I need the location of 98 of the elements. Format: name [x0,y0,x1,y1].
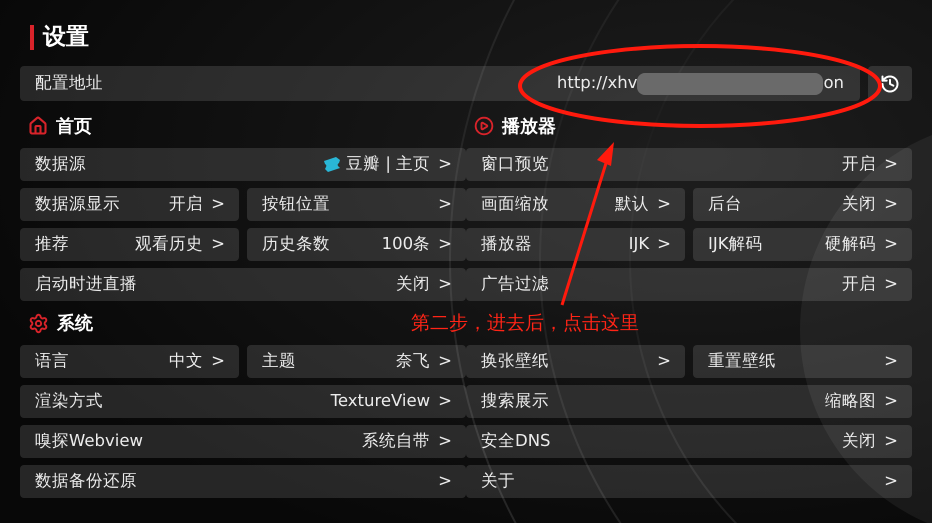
chevron: > [657,233,671,256]
setting-value: 豆瓣 | 主页 [346,153,430,176]
setting-item[interactable]: 后台 关闭 > [693,188,912,221]
setting-label: 语言 [35,350,69,372]
home-icon [28,116,48,136]
setting-item[interactable]: 窗口预览 开启 > [466,148,912,181]
setting-item[interactable]: 嗅探Webview 系统自带 > [20,425,466,458]
setting-value: 关闭 [396,273,430,296]
chevron: > [438,430,452,452]
setting-label: 渲染方式 [35,390,103,412]
chevron: > [438,153,452,176]
setting-value: 中文 [169,350,204,372]
chevron: > [211,233,225,256]
setting-item[interactable]: IJK解码 硬解码 > [693,228,912,261]
chevron: > [884,390,898,412]
setting-value: 开启 [842,273,876,296]
setting-item[interactable]: 数据源 豆瓣 | 主页 > [20,148,466,181]
setting-item[interactable]: 数据源显示 开启 > [20,188,239,221]
chevron: > [438,350,452,372]
chevron: > [438,273,452,296]
url-text: on [823,72,844,94]
setting-label: 数据源 [35,153,86,176]
setting-label: 搜索展示 [481,390,549,412]
section-title: 播放器 [502,114,556,138]
chevron: > [884,430,898,452]
chevron: > [884,233,898,256]
history-button[interactable] [868,66,912,101]
setting-value: 关闭 [842,193,876,216]
setting-label: 播放器 [481,233,532,256]
setting-item[interactable]: 推荐 观看历史 > [20,228,239,261]
setting-label: 嗅探Webview [35,430,143,452]
setting-item[interactable]: 历史条数 100条 > [247,228,466,261]
chevron: > [657,350,671,372]
history-icon [880,74,900,94]
chevron: > [438,470,452,492]
setting-item[interactable]: 重置壁纸 > [693,345,912,378]
setting-label: 启动时进直播 [35,273,137,296]
setting-label: 广告过滤 [481,273,549,296]
setting-value: 缩略图 [825,390,876,412]
setting-item[interactable]: 按钮位置 > [247,188,466,221]
chevron: > [438,233,452,256]
setting-label: 历史条数 [262,233,330,256]
setting-value: TextureView [330,390,430,412]
setting-label: IJK解码 [708,233,763,256]
chevron: > [438,193,452,216]
config-label: 配置地址 [35,72,103,94]
setting-label: 推荐 [35,233,69,256]
setting-item[interactable]: 语言 中文 > [20,345,239,378]
config-url-field[interactable]: 配置地址 http://xhv on [20,66,860,101]
setting-label: 主题 [262,350,296,372]
chevron: > [884,350,898,372]
setting-value: 默认 [615,193,650,216]
chevron: > [211,350,225,372]
setting-item[interactable]: 安全DNS 关闭 > [466,425,912,458]
setting-item[interactable]: 渲染方式 TextureView > [20,385,466,418]
setting-label: 数据备份还原 [35,470,137,492]
chevron: > [884,153,898,176]
setting-item[interactable]: 主题 奈飞 > [247,345,466,378]
setting-item[interactable]: 画面缩放 默认 > [466,188,685,221]
setting-value: IJK [628,233,650,256]
ticket-icon [322,156,342,173]
setting-label: 后台 [708,193,742,216]
setting-item[interactable]: 关于 > [466,465,912,498]
setting-label: 关于 [481,470,515,492]
chevron: > [438,390,452,412]
setting-value: 关闭 [842,430,876,452]
setting-label: 安全DNS [481,430,551,452]
url-text: http://xhv [556,72,638,94]
setting-label: 窗口预览 [481,153,549,176]
setting-value: 开启 [169,193,204,216]
chevron: > [657,193,671,216]
setting-value: 系统自带 [362,430,430,452]
chevron: > [884,470,898,492]
setting-item[interactable]: 搜索展示 缩略图 > [466,385,912,418]
setting-label: 换张壁纸 [481,350,549,372]
setting-item[interactable]: 播放器 IJK > [466,228,685,261]
chevron: > [884,273,898,296]
annotation-text: 第二步，进去后，点击这里 [411,310,639,336]
setting-value: 观看历史 [135,233,204,256]
section-title: 首页 [56,114,92,138]
setting-value: 奈飞 [396,350,430,372]
setting-value: 硬解码 [825,233,876,256]
section-title: 系统 [57,312,93,336]
setting-label: 画面缩放 [481,193,549,216]
setting-value: 100条 [382,233,430,256]
setting-item[interactable]: 广告过滤 开启 > [466,268,912,301]
chevron: > [884,193,898,216]
settings-icon [28,312,49,334]
setting-value: 开启 [842,153,876,176]
chevron: > [211,193,225,216]
setting-item[interactable]: 换张壁纸 > [466,345,685,378]
page-title: 设置 [43,22,89,52]
setting-item[interactable]: 数据备份还原 > [20,465,466,498]
setting-item[interactable]: 启动时进直播 关闭 > [20,268,466,301]
setting-label: 重置壁纸 [708,350,776,372]
setting-label: 按钮位置 [262,193,330,216]
setting-label: 数据源显示 [35,193,120,216]
play-icon [474,116,494,136]
